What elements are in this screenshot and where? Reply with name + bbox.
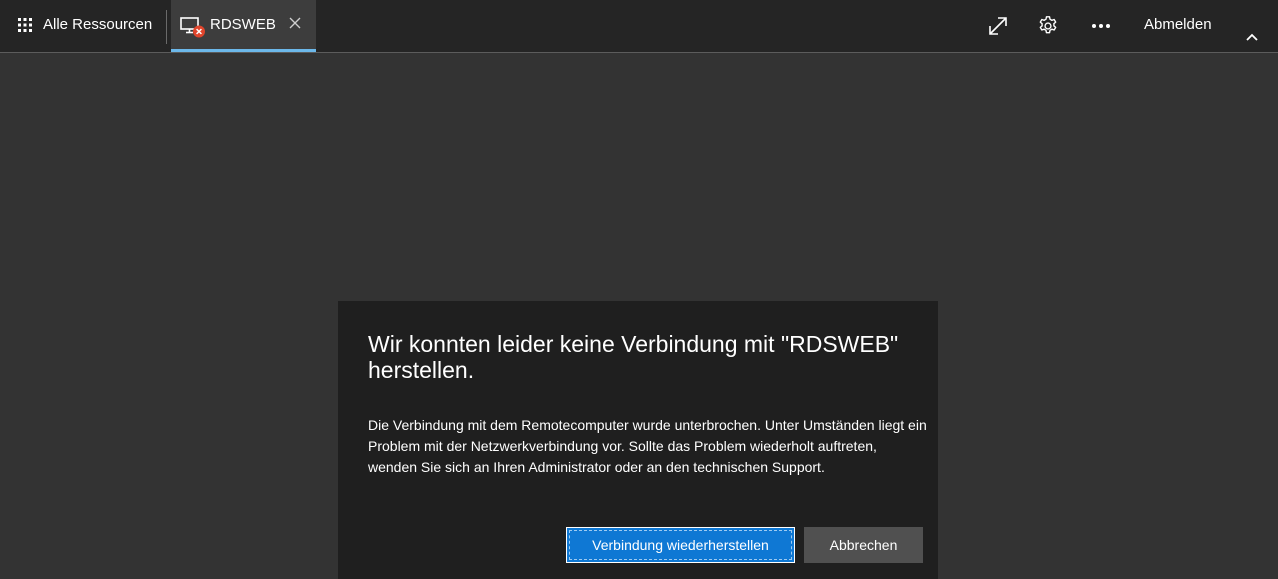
all-resources-button[interactable]: Alle Ressourcen	[0, 0, 162, 52]
connection-error-dialog: Wir konnten leider keine Verbindung mit …	[338, 301, 938, 579]
gear-icon	[1039, 16, 1057, 34]
cancel-button[interactable]: Abbrechen	[804, 527, 923, 563]
pc-disconnected-icon	[180, 17, 205, 38]
grid-icon	[18, 18, 32, 32]
fullscreen-icon	[989, 17, 1007, 35]
tab-active-indicator	[171, 49, 316, 52]
dialog-title: Wir konnten leider keine Verbindung mit …	[368, 331, 899, 383]
close-icon[interactable]	[288, 16, 302, 30]
signout-button[interactable]: Abmelden	[1144, 16, 1212, 33]
toolbar-divider	[166, 10, 167, 44]
dialog-message: Die Verbindung mit dem Remotecomputer wu…	[368, 417, 927, 475]
settings-button[interactable]	[1032, 10, 1064, 42]
reconnect-button[interactable]: Verbindung wiederherstellen	[566, 527, 795, 563]
top-bar: Alle Ressourcen RDSWEB Abmelden	[0, 0, 1278, 53]
all-resources-label: Alle Ressourcen	[43, 16, 153, 33]
chevron-up-icon	[1246, 33, 1258, 41]
tab-rdsweb[interactable]: RDSWEB	[171, 0, 316, 52]
collapse-button[interactable]	[1240, 28, 1264, 46]
tab-label: RDSWEB	[210, 16, 276, 33]
fullscreen-button[interactable]	[982, 10, 1014, 42]
more-icon	[1092, 24, 1110, 28]
more-button[interactable]	[1085, 10, 1117, 42]
